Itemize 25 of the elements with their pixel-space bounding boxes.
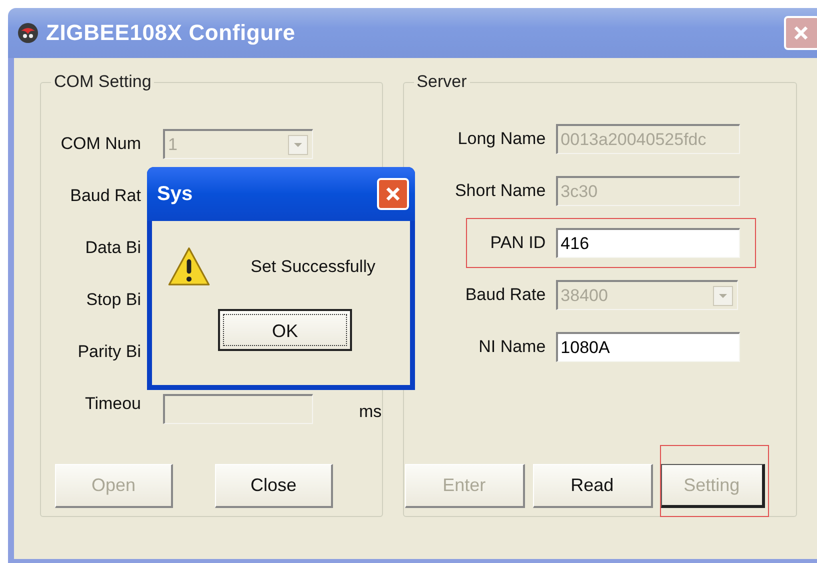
app-icon (16, 21, 40, 45)
dialog-title: Sys (157, 182, 193, 206)
field-label: Short Name (454, 181, 546, 201)
field-label: COM Num (60, 134, 141, 154)
push-button[interactable]: Read (532, 464, 653, 508)
close-button[interactable] (784, 16, 817, 50)
text-field[interactable]: 416 (556, 228, 740, 258)
field-label: PAN ID (489, 233, 546, 253)
field-label: Baud Rat (69, 186, 141, 206)
field-label: Timeou (84, 394, 141, 414)
message-text: Set Successfully (250, 257, 376, 277)
field-label: Long Name (456, 129, 546, 149)
field-label: NI Name (478, 337, 546, 357)
field-label: Stop Bi (85, 290, 141, 310)
close-button[interactable] (377, 178, 409, 210)
group-title: COM Setting (53, 72, 152, 92)
field-label: Parity Bi (76, 342, 141, 362)
field-label: Baud Rate (464, 285, 546, 305)
group-title: Server (416, 72, 468, 92)
field-label: Data Bi (84, 238, 141, 258)
ok-button[interactable]: OK (218, 309, 352, 351)
text-field[interactable]: 1080A (556, 332, 740, 362)
unit-label: ms (359, 402, 382, 422)
push-button[interactable]: Close (215, 464, 333, 508)
window-title: ZIGBEE108X Configure (46, 20, 296, 46)
